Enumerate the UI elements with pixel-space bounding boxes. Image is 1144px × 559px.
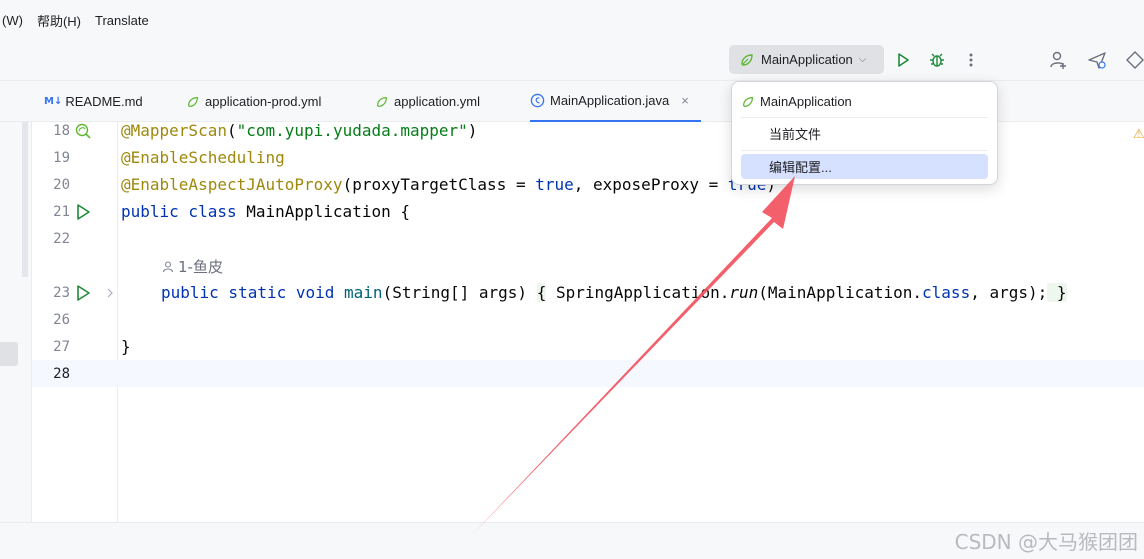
code-token: (MainApplication. [758, 283, 923, 302]
method-name: main [334, 283, 383, 302]
code-token: SpringApplication. [546, 283, 730, 302]
spring-boot-icon [743, 96, 753, 107]
plugin-icon[interactable] [1124, 49, 1144, 71]
code-token: , args); [970, 283, 1048, 302]
annotation: @EnableScheduling [121, 148, 285, 167]
code-token: ( [226, 121, 237, 140]
folded-brace[interactable]: } [1047, 283, 1067, 302]
line-number: 20 [53, 177, 70, 193]
code-token: (String[] args) [382, 283, 537, 302]
run-gutter-icon[interactable] [74, 203, 92, 221]
java-class-icon [530, 93, 545, 108]
line-number: 23 [53, 285, 70, 301]
popup-item-label: MainApplication [760, 94, 852, 109]
menu-translate[interactable]: Translate [95, 13, 149, 28]
tab-label: README.md [65, 94, 143, 109]
tab-readme[interactable]: M↓ README.md [44, 81, 143, 122]
string-literal: "com.yupi.yudada.mapper" [236, 121, 468, 140]
keyword: public class [121, 202, 237, 221]
tab-application-prod-yml[interactable]: application-prod.yml [186, 81, 321, 122]
popup-item-label: 当前文件 [769, 127, 822, 142]
debug-icon[interactable] [926, 49, 948, 71]
warning-icon[interactable]: ⚠ [1133, 126, 1144, 142]
author-name: 1-鱼皮 [178, 258, 223, 276]
tab-application-yml[interactable]: application.yml [375, 81, 480, 122]
menu-bar: (W) 帮助(H) Translate [0, 0, 1144, 40]
tab-label: application.yml [394, 94, 480, 109]
code-line-18: @MapperScan("com.yupi.yudada.mapper") [121, 121, 477, 140]
popup-item-label: 编辑配置... [769, 160, 832, 175]
deploy-icon[interactable] [1086, 49, 1108, 71]
line-number: 22 [53, 231, 70, 247]
popup-item-edit-configurations[interactable]: 编辑配置... [741, 154, 988, 179]
popup-item-current-file[interactable]: 当前文件 [741, 121, 988, 146]
keyword: public static void [161, 283, 335, 302]
code-token: , exposeProxy = [573, 175, 728, 194]
menu-window[interactable]: (W) [2, 13, 23, 28]
spring-yml-icon [188, 96, 198, 107]
annotation: @MapperScan [121, 121, 227, 140]
code-line-20: @EnableAspectJAutoProxy(proxyTargetClass… [121, 175, 776, 194]
code-line-21: public class MainApplication { [121, 202, 410, 221]
method-call: run [729, 283, 759, 302]
menu-help[interactable]: 帮助(H) [37, 11, 81, 30]
annotation: @EnableAspectJAutoProxy [121, 175, 343, 194]
folded-brace[interactable]: { [536, 283, 547, 302]
author-hint[interactable]: 1-鱼皮 [162, 256, 223, 277]
code-token: (proxyTargetClass = [342, 175, 536, 194]
keyword: class [922, 283, 971, 302]
code-line-27: } [121, 337, 131, 356]
divider [741, 150, 988, 151]
close-icon[interactable]: × [681, 93, 689, 108]
code-token: MainApplication { [236, 202, 410, 221]
run-icon[interactable] [892, 49, 914, 71]
chevron-down-icon: ⌵ [858, 54, 867, 65]
spring-yml-icon [377, 96, 387, 107]
tab-label: application-prod.yml [205, 94, 322, 109]
change-marker [22, 122, 28, 277]
line-number: 19 [53, 150, 70, 166]
run-gutter-icon[interactable] [74, 284, 92, 302]
markdown-icon: M↓ [44, 96, 63, 107]
current-line-highlight [32, 360, 1144, 387]
run-config-selector[interactable]: MainApplication ⌵ [729, 45, 884, 74]
code-token: ) [467, 121, 478, 140]
run-config-label: MainApplication [761, 52, 853, 67]
more-icon[interactable] [960, 49, 982, 71]
tool-window-strip [0, 122, 32, 522]
code-line-23: public static void main(String[] args) {… [161, 283, 1067, 302]
spring-boot-icon [741, 53, 753, 66]
tab-mainapplication-java[interactable]: MainApplication.java × [530, 81, 701, 122]
mapper-scan-icon[interactable] [74, 122, 92, 140]
fold-chevron-icon[interactable] [106, 288, 114, 298]
line-number: 28 [53, 366, 70, 382]
tool-window-button[interactable] [0, 342, 18, 366]
keyword: true [535, 175, 574, 194]
line-number: 27 [53, 339, 70, 355]
person-icon [162, 260, 174, 272]
add-user-icon[interactable] [1047, 49, 1069, 71]
watermark: CSDN @大马猴团团 [954, 530, 1138, 554]
popup-item-mainapplication[interactable]: MainApplication [741, 89, 988, 114]
tab-label: MainApplication.java [550, 93, 670, 108]
line-number: 21 [53, 204, 70, 220]
line-number: 18 [53, 123, 70, 139]
line-number: 26 [53, 312, 70, 328]
main-toolbar: MainApplication ⌵ [0, 40, 1144, 81]
code-line-19: @EnableScheduling [121, 148, 285, 167]
divider [741, 117, 988, 118]
run-config-popup: MainApplication 当前文件 编辑配置... [731, 81, 998, 185]
code-token: } [121, 337, 131, 356]
